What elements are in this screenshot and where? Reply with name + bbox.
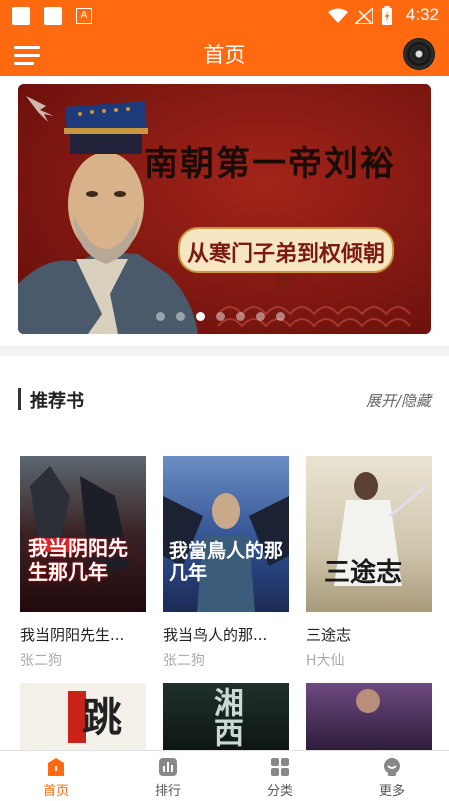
notification-icon xyxy=(12,7,30,25)
expand-collapse-link[interactable]: 展开/隐藏 xyxy=(366,390,431,411)
book-author: 张二狗 xyxy=(20,653,62,669)
status-bar: A 4:32 xyxy=(0,0,449,32)
book-cover: 我当阴阳先生那几年 xyxy=(20,456,146,612)
banner-subtitle-box: 从寒门子弟到权倾朝野 xyxy=(178,227,394,299)
tab-home[interactable]: 首页 xyxy=(0,751,112,801)
a-badge-icon: A xyxy=(76,8,92,24)
book-cover: 三途志 xyxy=(306,456,432,612)
signal-icon xyxy=(355,8,373,24)
book-cover: 跳 xyxy=(20,683,146,750)
tab-label: 更多 xyxy=(378,784,405,799)
carousel-dot[interactable] xyxy=(216,312,225,321)
banner-subtitle: 从寒门子弟到权倾朝野 xyxy=(186,241,385,299)
bottom-tab-bar: 首页 排行 分类 更多 xyxy=(0,750,449,801)
carousel-dot[interactable] xyxy=(276,312,285,321)
banner-headline: 南朝第一帝刘裕 xyxy=(144,144,396,184)
section-title: 推荐书 xyxy=(30,391,84,412)
wifi-icon xyxy=(328,8,348,23)
book-card[interactable]: 跳 xyxy=(20,683,146,750)
book-card[interactable]: 我当阴阳先生那几年 我当阴阳先生... 张二狗 xyxy=(20,456,146,676)
more-icon xyxy=(384,758,400,776)
book-card[interactable]: 湘西 xyxy=(163,683,289,750)
carousel-dot[interactable] xyxy=(176,312,185,321)
category-icon xyxy=(271,758,289,776)
book-cover-title: 三途志 xyxy=(324,558,403,588)
ranking-icon xyxy=(159,758,177,776)
tab-more[interactable]: 更多 xyxy=(336,751,448,801)
book-cover: 湘西 xyxy=(163,683,289,750)
status-time: 4:32 xyxy=(405,5,439,24)
book-title: 三途志 xyxy=(306,626,352,644)
book-cover-title: 我当阴阳先生那几年 xyxy=(28,536,128,584)
carousel-dot[interactable] xyxy=(156,312,165,321)
book-card[interactable] xyxy=(306,683,432,750)
carousel-dot[interactable] xyxy=(236,312,245,321)
app-bar: 首页 xyxy=(0,32,449,76)
book-author: H大仙 xyxy=(306,653,345,669)
book-title: 我当鸟人的那... xyxy=(163,626,268,644)
book-card[interactable]: 三途志 三途志 H大仙 xyxy=(306,456,432,676)
tab-category[interactable]: 分类 xyxy=(224,751,336,801)
battery-icon xyxy=(382,6,392,25)
book-cover-title: 湘西 xyxy=(208,687,243,747)
book-card[interactable]: 我當鳥人的那几年 我当鸟人的那... 张二狗 xyxy=(163,456,289,676)
banner-carousel[interactable]: 南朝第一帝刘裕 从寒门子弟到权倾朝野 xyxy=(18,84,431,334)
book-cover-title: 我當鳥人的那几年 xyxy=(169,540,284,584)
home-icon xyxy=(48,758,64,776)
carousel-dot[interactable] xyxy=(196,312,205,321)
banner-section: 南朝第一帝刘裕 从寒门子弟到权倾朝野 xyxy=(0,76,449,346)
page-title: 首页 xyxy=(203,43,246,67)
carousel-dot[interactable] xyxy=(256,312,265,321)
recommend-section: 推荐书 展开/隐藏 我当阴阳先生那几年 我当阴阳先生... 张二狗 我當鳥人的那… xyxy=(0,356,449,750)
book-cover-title: 跳 xyxy=(82,694,122,741)
book-author: 张二狗 xyxy=(163,653,205,669)
music-disc-icon[interactable] xyxy=(403,38,435,70)
notification-icon xyxy=(44,7,62,25)
tab-label: 分类 xyxy=(266,784,293,799)
book-cover xyxy=(306,683,432,750)
section-marker xyxy=(18,388,21,410)
book-title: 我当阴阳先生... xyxy=(20,626,125,644)
tab-ranking[interactable]: 排行 xyxy=(112,751,224,801)
tab-label: 排行 xyxy=(154,784,181,799)
book-cover: 我當鳥人的那几年 xyxy=(163,456,289,612)
tab-label: 首页 xyxy=(42,784,69,799)
